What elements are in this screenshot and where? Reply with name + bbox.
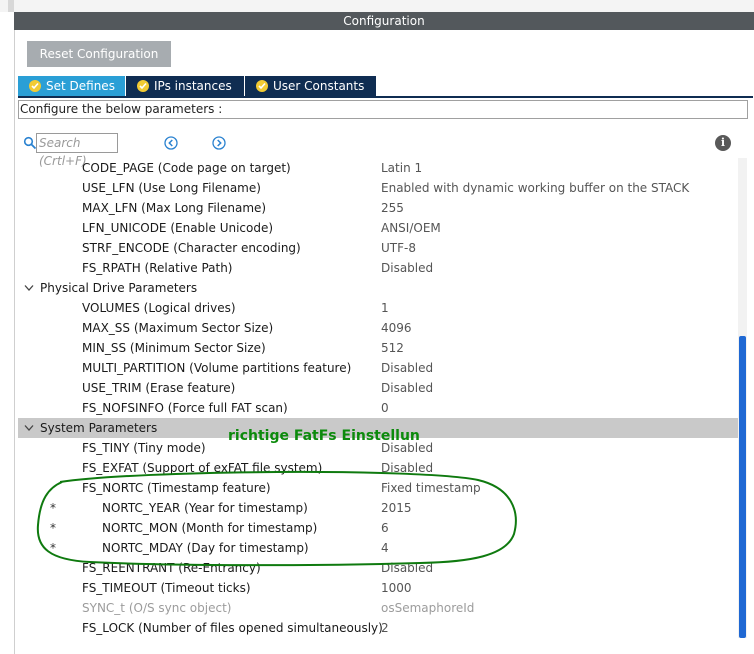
left-tab-edge xyxy=(8,0,14,12)
param-row[interactable]: FS_NORTC (Timestamp feature) Fixed timest… xyxy=(18,478,738,498)
prev-icon[interactable] xyxy=(164,136,178,150)
info-icon[interactable]: i xyxy=(715,135,731,151)
param-row[interactable]: FS_EXFAT (Support of exFAT file system) D… xyxy=(18,458,738,478)
param-row[interactable]: MAX_LFN (Max Long Filename) 255 xyxy=(18,198,738,218)
param-row[interactable]: FS_NOFSINFO (Force full FAT scan) 0 xyxy=(18,398,738,418)
param-row[interactable]: LFN_UNICODE (Enable Unicode) ANSI/OEM xyxy=(18,218,738,238)
reset-configuration-button[interactable]: Reset Configuration xyxy=(27,41,171,67)
param-row[interactable]: FS_LOCK (Number of files opened simultan… xyxy=(18,618,738,638)
param-row-modified[interactable]: * NORTC_MDAY (Day for timestamp) 4 xyxy=(18,538,738,558)
parameters-hint: Configure the below parameters : xyxy=(18,100,748,119)
handwritten-annotation: richtige FatFs Einstellun xyxy=(228,428,420,444)
param-row[interactable]: CODE_PAGE (Code page on target) Latin 1 xyxy=(18,158,738,178)
param-row[interactable]: MAX_SS (Maximum Sector Size) 4096 xyxy=(18,318,738,338)
chevron-down-icon xyxy=(24,285,34,291)
param-row-modified[interactable]: * NORTC_MON (Month for timestamp) 6 xyxy=(18,518,738,538)
tab-underline xyxy=(18,96,753,98)
modified-marker: * xyxy=(50,541,56,555)
param-row[interactable]: USE_LFN (Use Long Filename) Enabled with … xyxy=(18,178,738,198)
param-row[interactable]: MIN_SS (Minimum Sector Size) 512 xyxy=(18,338,738,358)
search-icon xyxy=(23,136,37,150)
scrollbar-thumb[interactable] xyxy=(739,336,746,638)
check-icon xyxy=(256,80,268,92)
param-row-disabled: SYNC_t (O/S sync object) osSemaphoreId xyxy=(82,601,475,615)
check-icon xyxy=(29,80,41,92)
tab-ips-instances[interactable]: IPs instances xyxy=(126,76,244,96)
modified-marker: * xyxy=(50,501,56,515)
param-row[interactable]: FS_TIMEOUT (Timeout ticks) 1000 xyxy=(18,578,738,598)
next-icon[interactable] xyxy=(212,136,226,150)
search-input[interactable]: Search (Crtl+F) xyxy=(36,133,118,168)
top-strip xyxy=(0,0,754,12)
chevron-down-icon xyxy=(24,425,34,431)
tab-user-constants[interactable]: User Constants xyxy=(245,76,376,96)
modified-marker: * xyxy=(50,521,56,535)
param-row[interactable]: FS_REENTRANT (Re-Entrancy) Disabled xyxy=(18,558,738,578)
tab-label: Set Defines xyxy=(46,79,115,93)
tab-label: IPs instances xyxy=(154,79,232,93)
param-row[interactable]: VOLUMES (Logical drives) 1 xyxy=(18,298,738,318)
param-row[interactable]: STRF_ENCODE (Character encoding) UTF-8 xyxy=(18,238,738,258)
window-title: Configuration xyxy=(14,12,754,30)
param-row[interactable]: FS_RPATH (Relative Path) Disabled xyxy=(18,258,738,278)
group-physical-drive[interactable]: Physical Drive Parameters xyxy=(18,278,738,298)
param-row-modified[interactable]: * NORTC_YEAR (Year for timestamp) 2015 xyxy=(18,498,738,518)
tab-set-defines[interactable]: Set Defines xyxy=(18,76,125,96)
tab-label: User Constants xyxy=(273,79,365,93)
check-icon xyxy=(137,80,149,92)
param-row[interactable]: USE_TRIM (Erase feature) Disabled xyxy=(18,378,738,398)
param-row[interactable]: MULTI_PARTITION (Volume partitions featu… xyxy=(18,358,738,378)
